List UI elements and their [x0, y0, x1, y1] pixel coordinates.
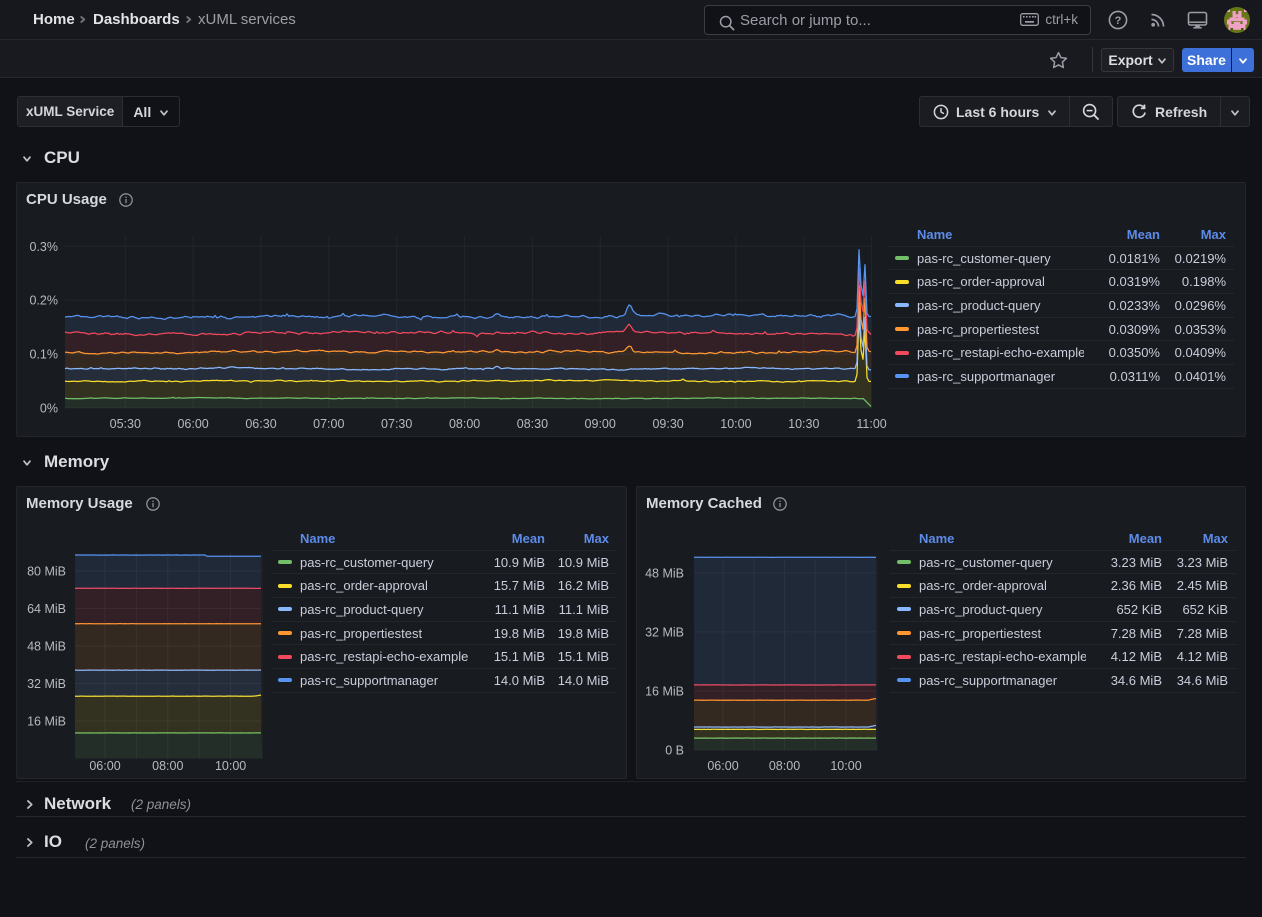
svg-text:08:00: 08:00 — [449, 417, 480, 431]
svg-text:08:00: 08:00 — [152, 759, 183, 773]
svg-text:10:30: 10:30 — [788, 417, 819, 431]
svg-text:32 MiB: 32 MiB — [27, 677, 66, 691]
svg-text:08:30: 08:30 — [517, 417, 548, 431]
svg-text:10:00: 10:00 — [830, 759, 861, 773]
svg-text:06:00: 06:00 — [89, 759, 120, 773]
svg-text:10:00: 10:00 — [215, 759, 246, 773]
svg-text:64 MiB: 64 MiB — [27, 602, 66, 616]
svg-text:06:00: 06:00 — [707, 759, 738, 773]
svg-text:07:00: 07:00 — [313, 417, 344, 431]
svg-text:05:30: 05:30 — [110, 417, 141, 431]
svg-text:0%: 0% — [40, 402, 58, 416]
svg-text:48 MiB: 48 MiB — [27, 640, 66, 654]
svg-text:07:30: 07:30 — [381, 417, 412, 431]
svg-text:0.1%: 0.1% — [30, 348, 59, 362]
svg-text:11:00: 11:00 — [856, 417, 886, 431]
svg-text:09:00: 09:00 — [585, 417, 616, 431]
svg-text:48 MiB: 48 MiB — [645, 566, 684, 580]
svg-text:06:30: 06:30 — [245, 417, 276, 431]
svg-text:80 MiB: 80 MiB — [27, 565, 66, 579]
svg-text:0.2%: 0.2% — [30, 294, 59, 308]
svg-text:10:00: 10:00 — [720, 417, 751, 431]
svg-text:0.3%: 0.3% — [30, 240, 59, 254]
svg-text:09:30: 09:30 — [652, 417, 683, 431]
svg-text:16 MiB: 16 MiB — [27, 715, 66, 729]
svg-text:0 B: 0 B — [665, 744, 684, 758]
svg-text:08:00: 08:00 — [769, 759, 800, 773]
svg-text:?: ? — [1115, 15, 1122, 27]
svg-text:32 MiB: 32 MiB — [645, 625, 684, 639]
svg-text:06:00: 06:00 — [177, 417, 208, 431]
svg-text:16 MiB: 16 MiB — [645, 685, 684, 699]
